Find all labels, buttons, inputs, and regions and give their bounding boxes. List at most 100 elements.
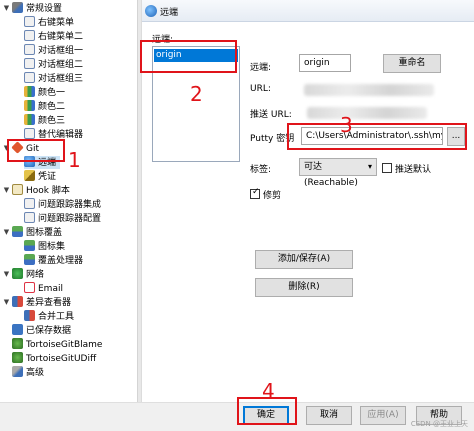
tree-item-email[interactable]: Email <box>24 282 63 295</box>
tree-item-colors-2[interactable]: 颜色二 <box>24 100 65 113</box>
tree-item-label: 凭证 <box>38 172 57 182</box>
dialog-icon <box>24 16 35 27</box>
dialog-icon <box>24 212 35 223</box>
tortoise-icon <box>12 352 23 363</box>
tree-item-dialogs-1[interactable]: 对话框组一 <box>24 44 83 57</box>
panel-title: 远端 <box>160 8 179 18</box>
dialog-icon <box>24 128 35 139</box>
tree-item-label: 高级 <box>26 368 45 378</box>
tree-item-tortoisegitudiff[interactable]: TortoiseGitUDiff <box>12 352 96 365</box>
tree-item-overlay-handlers[interactable]: 覆盖处理器 <box>24 254 83 267</box>
push-url-label: 推送 URL: <box>250 110 292 120</box>
panel-header: 远端 <box>142 0 474 22</box>
tree-item-label: 图标覆盖 <box>26 228 63 238</box>
delete-button[interactable]: 删除(R) <box>255 278 353 297</box>
cancel-button[interactable]: 取消 <box>306 406 352 425</box>
tree-item-label: 图标集 <box>38 242 66 252</box>
tree-item-network[interactable]: ▼ 网络 <box>4 268 44 281</box>
tree-item-label: 对话框组三 <box>38 74 84 84</box>
tag-select[interactable]: 可达 (Reachable) ▾ <box>299 158 377 188</box>
rename-button[interactable]: 重命名 <box>383 54 441 73</box>
tree-item-context-menu[interactable]: 右键菜单 <box>24 16 74 29</box>
chevron-down-icon: ▾ <box>367 162 372 171</box>
tortoise-icon <box>12 338 23 349</box>
tree-item-label: 对话框组二 <box>38 60 84 70</box>
tree-item-label: TortoiseGitBlame <box>26 340 103 350</box>
url-label: URL: <box>250 84 271 94</box>
tree-item-label: 问题跟踪器配置 <box>38 214 102 224</box>
dialog-icon <box>24 44 35 55</box>
tree-item-issue-tracker-integration[interactable]: 问题跟踪器集成 <box>24 198 101 211</box>
dialog-icon <box>24 58 35 69</box>
globe-icon <box>145 5 157 17</box>
annotation-number-1: 1 <box>68 148 81 172</box>
dialog-icon <box>24 30 35 41</box>
tree-item-label: 问题跟踪器集成 <box>38 200 102 210</box>
chevron-down-icon[interactable]: ▼ <box>2 2 11 15</box>
tree-item-label: Hook 脚本 <box>26 186 70 196</box>
annotation-number-2: 2 <box>190 82 203 106</box>
chevron-down-icon[interactable]: ▼ <box>2 226 11 239</box>
url-redacted[interactable] <box>304 84 434 96</box>
overlay-icon <box>24 254 35 265</box>
tree-item-label: 颜色一 <box>38 88 66 98</box>
tree-item-merge-tool[interactable]: 合并工具 <box>24 310 74 323</box>
tree-item-issue-tracker-config[interactable]: 问题跟踪器配置 <box>24 212 101 225</box>
tree-item-label: 对话框组一 <box>38 46 84 56</box>
tree-item-label: 已保存数据 <box>26 326 72 336</box>
dialog-icon <box>24 198 35 209</box>
tree-item-colors-1[interactable]: 颜色一 <box>24 86 65 99</box>
tree-item-colors-3[interactable]: 颜色三 <box>24 114 65 127</box>
advanced-icon <box>12 366 23 377</box>
tree-item-advanced[interactable]: 高级 <box>12 366 44 379</box>
hook-icon <box>12 184 23 195</box>
overlay-icon <box>12 226 23 237</box>
tag-label: 标签: <box>250 165 272 175</box>
annotation-box-2 <box>140 40 237 73</box>
annotation-number-4: 4 <box>262 379 275 403</box>
tree-item-label: 颜色二 <box>38 102 66 112</box>
tag-select-value: 可达 (Reachable) <box>304 162 358 188</box>
annotation-box-3 <box>287 123 467 150</box>
tree-item-label: 右键菜单 <box>38 18 75 28</box>
tree-item-context-menu-2[interactable]: 右键菜单二 <box>24 30 83 43</box>
tree-item-label: 合并工具 <box>38 312 75 322</box>
apply-button: 应用(A) <box>360 406 406 425</box>
tree-item-saved-data[interactable]: 已保存数据 <box>12 324 71 337</box>
tree-item-dialogs-3[interactable]: 对话框组三 <box>24 72 83 85</box>
push-default-checkbox[interactable] <box>382 163 392 173</box>
tree-item-icon-set[interactable]: 图标集 <box>24 240 65 253</box>
diff-icon <box>12 296 23 307</box>
tree-item-label: 常规设置 <box>26 4 63 14</box>
push-url-redacted[interactable] <box>307 107 427 119</box>
dialog-icon <box>24 72 35 83</box>
annotation-number-3: 3 <box>340 113 353 137</box>
tree-item-diff-viewer[interactable]: ▼ 差异查看器 <box>4 296 71 309</box>
chevron-down-icon[interactable]: ▼ <box>2 268 11 281</box>
prune-label: 修剪 <box>263 191 282 201</box>
tree-item-credentials[interactable]: 凭证 <box>24 170 56 183</box>
push-default-label: 推送默认 <box>395 165 432 175</box>
watermark: CSDN @王业上天 <box>410 420 468 428</box>
tree-item-dialogs-2[interactable]: 对话框组二 <box>24 58 83 71</box>
tree-item-label: 右键菜单二 <box>38 32 84 42</box>
chevron-down-icon[interactable]: ▼ <box>2 184 11 197</box>
tree-item-tortoisegitblame[interactable]: TortoiseGitBlame <box>12 338 102 351</box>
tree-item-icon-overlays[interactable]: ▼ 图标覆盖 <box>4 226 63 239</box>
email-icon <box>24 282 35 293</box>
save-icon <box>12 324 23 335</box>
tree-item-label: 覆盖处理器 <box>38 256 84 266</box>
tree-item-label: TortoiseGitUDiff <box>26 354 97 364</box>
color-icon <box>24 86 35 97</box>
color-icon <box>24 100 35 111</box>
tree-item-general[interactable]: ▼ 常规设置 <box>4 2 63 15</box>
prune-checkbox[interactable] <box>250 187 260 199</box>
chevron-down-icon[interactable]: ▼ <box>2 296 11 309</box>
network-icon <box>12 268 23 279</box>
annotation-box-1 <box>7 139 65 162</box>
tree-item-hook-scripts[interactable]: ▼ Hook 脚本 <box>4 184 70 197</box>
add-save-button[interactable]: 添加/保存(A) <box>255 250 353 269</box>
tree-item-label: 颜色三 <box>38 116 66 126</box>
remote-name-input[interactable]: origin <box>299 54 351 72</box>
overlay-icon <box>24 240 35 251</box>
